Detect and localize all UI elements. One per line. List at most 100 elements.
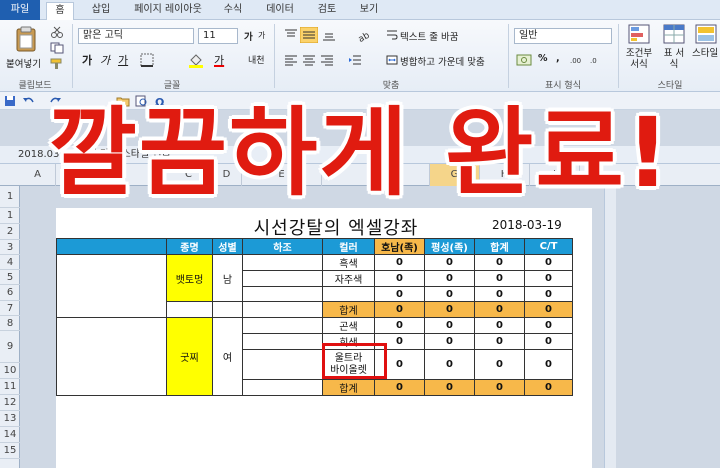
font-size-combo[interactable]: 11 [198, 28, 238, 44]
value-cell[interactable]: 0 [524, 317, 573, 334]
total-label-cell[interactable]: 합계 [322, 301, 375, 318]
value-cell[interactable]: 0 [424, 301, 475, 318]
header-cell[interactable]: 하조 [242, 238, 323, 255]
value-cell[interactable]: 0 [474, 301, 525, 318]
total-label-cell[interactable]: 합계 [322, 379, 375, 396]
value-cell[interactable]: 0 [424, 379, 475, 396]
color-cell[interactable] [322, 286, 375, 302]
value-cell[interactable]: 0 [524, 349, 573, 380]
align-left-icon[interactable] [284, 53, 298, 67]
value-cell[interactable]: 0 [374, 286, 425, 302]
tab-home[interactable]: 홈 [46, 2, 74, 20]
format-as-table-button[interactable]: 표 서식 [660, 24, 688, 76]
header-cell[interactable]: 호남(족) [374, 238, 425, 255]
cell[interactable] [242, 333, 323, 350]
align-center-icon[interactable] [302, 53, 316, 67]
value-cell[interactable]: 0 [474, 317, 525, 334]
cell[interactable] [242, 317, 323, 334]
cell-styles-button[interactable]: 스타일 [692, 24, 720, 76]
row-header[interactable]: 5 [0, 270, 20, 285]
value-cell[interactable]: 0 [424, 317, 475, 334]
row-header[interactable]: 12 [0, 395, 20, 411]
tab-file[interactable]: 파일 [0, 0, 40, 20]
cell[interactable] [242, 254, 323, 271]
align-right-icon[interactable] [320, 53, 334, 67]
cell[interactable] [242, 286, 323, 302]
gender-cell[interactable]: 남 [212, 254, 243, 302]
row-header[interactable]: 13 [0, 411, 20, 427]
cut-icon[interactable] [50, 26, 64, 38]
wrap-text-icon[interactable] [386, 29, 398, 41]
tab-review[interactable]: 검토 [310, 2, 344, 20]
cell[interactable] [242, 301, 323, 318]
indent-icon[interactable] [348, 53, 362, 67]
row-header[interactable]: 8 [0, 316, 20, 331]
value-cell[interactable]: 0 [374, 301, 425, 318]
row-header[interactable]: 4 [0, 255, 20, 270]
row-header[interactable]: 14 [0, 427, 20, 443]
value-cell[interactable]: 0 [424, 254, 475, 271]
value-cell[interactable]: 0 [474, 270, 525, 287]
header-cell[interactable]: 컬러 [322, 238, 375, 255]
merge-center-button[interactable]: 병합하고 가운데 맞춤 [400, 54, 485, 68]
cell[interactable] [242, 379, 323, 396]
tab-view[interactable]: 보기 [352, 2, 386, 20]
blank-cell[interactable] [56, 317, 167, 396]
value-cell[interactable]: 0 [524, 333, 573, 350]
underline-button[interactable]: 가 [118, 52, 128, 68]
value-cell[interactable]: 0 [474, 379, 525, 396]
row-header[interactable]: 10 [0, 363, 20, 379]
value-cell[interactable]: 0 [424, 349, 475, 380]
save-icon[interactable] [4, 95, 16, 107]
comma-button[interactable]: , [556, 53, 560, 64]
value-cell[interactable]: 0 [524, 301, 573, 318]
percent-button[interactable]: % [538, 53, 548, 64]
border-icon[interactable] [140, 53, 154, 67]
shrink-font-button[interactable]: 가 [258, 30, 265, 41]
font-color-button[interactable]: 가 [214, 52, 224, 68]
align-middle-icon[interactable] [300, 27, 318, 43]
blank-cell[interactable] [56, 254, 167, 318]
row-header[interactable]: 7 [0, 301, 20, 316]
row-header[interactable]: 3 [0, 240, 20, 255]
tab-page-layout[interactable]: 페이지 레이아웃 [126, 2, 210, 20]
header-cell[interactable]: 합계 [474, 238, 525, 255]
conditional-format-button[interactable]: 조건부 서식 [622, 24, 656, 76]
value-cell[interactable]: 0 [424, 286, 475, 302]
value-cell[interactable]: 0 [424, 333, 475, 350]
row-header[interactable]: 1 [0, 208, 20, 224]
header-cell[interactable]: C/T [524, 238, 573, 255]
merge-center-icon[interactable] [386, 54, 398, 66]
font-name-combo[interactable]: 맑은 고딕 [78, 28, 194, 44]
tab-formulas[interactable]: 수식 [216, 2, 250, 20]
align-bottom-icon[interactable] [322, 28, 336, 42]
value-cell[interactable]: 0 [524, 286, 573, 302]
color-cell[interactable]: 곤색 [322, 317, 375, 334]
value-cell[interactable]: 0 [474, 254, 525, 271]
vertical-scrollbar[interactable] [604, 186, 616, 468]
value-cell[interactable]: 0 [524, 379, 573, 396]
group-name-cell[interactable]: 굿찌 [166, 317, 213, 396]
format-painter-icon[interactable] [50, 58, 64, 70]
fill-color-icon[interactable] [188, 52, 204, 68]
gender-cell[interactable]: 여 [212, 317, 243, 396]
number-format-combo[interactable]: 일반 [514, 28, 612, 44]
color-cell[interactable]: 자주색 [322, 270, 375, 287]
tab-data[interactable]: 데이터 [258, 2, 302, 20]
value-cell[interactable]: 0 [474, 286, 525, 302]
italic-button[interactable]: 가 [100, 52, 110, 68]
row-header[interactable]: 15 [0, 443, 20, 459]
decrease-decimal-icon[interactable]: .0 [590, 53, 606, 67]
color-cell[interactable]: 흑색 [322, 254, 375, 271]
header-cell[interactable]: 평성(족) [424, 238, 475, 255]
cell[interactable] [242, 270, 323, 287]
cell[interactable] [242, 349, 323, 380]
bold-button[interactable]: 가 [82, 52, 92, 68]
value-cell[interactable]: 0 [374, 270, 425, 287]
value-cell[interactable]: 0 [474, 333, 525, 350]
paste-button[interactable]: 붙여넣기 [6, 24, 46, 74]
align-top-icon[interactable] [284, 28, 298, 42]
value-cell[interactable]: 0 [424, 270, 475, 287]
cell[interactable] [212, 301, 243, 318]
row-header[interactable]: 1 [0, 186, 20, 208]
